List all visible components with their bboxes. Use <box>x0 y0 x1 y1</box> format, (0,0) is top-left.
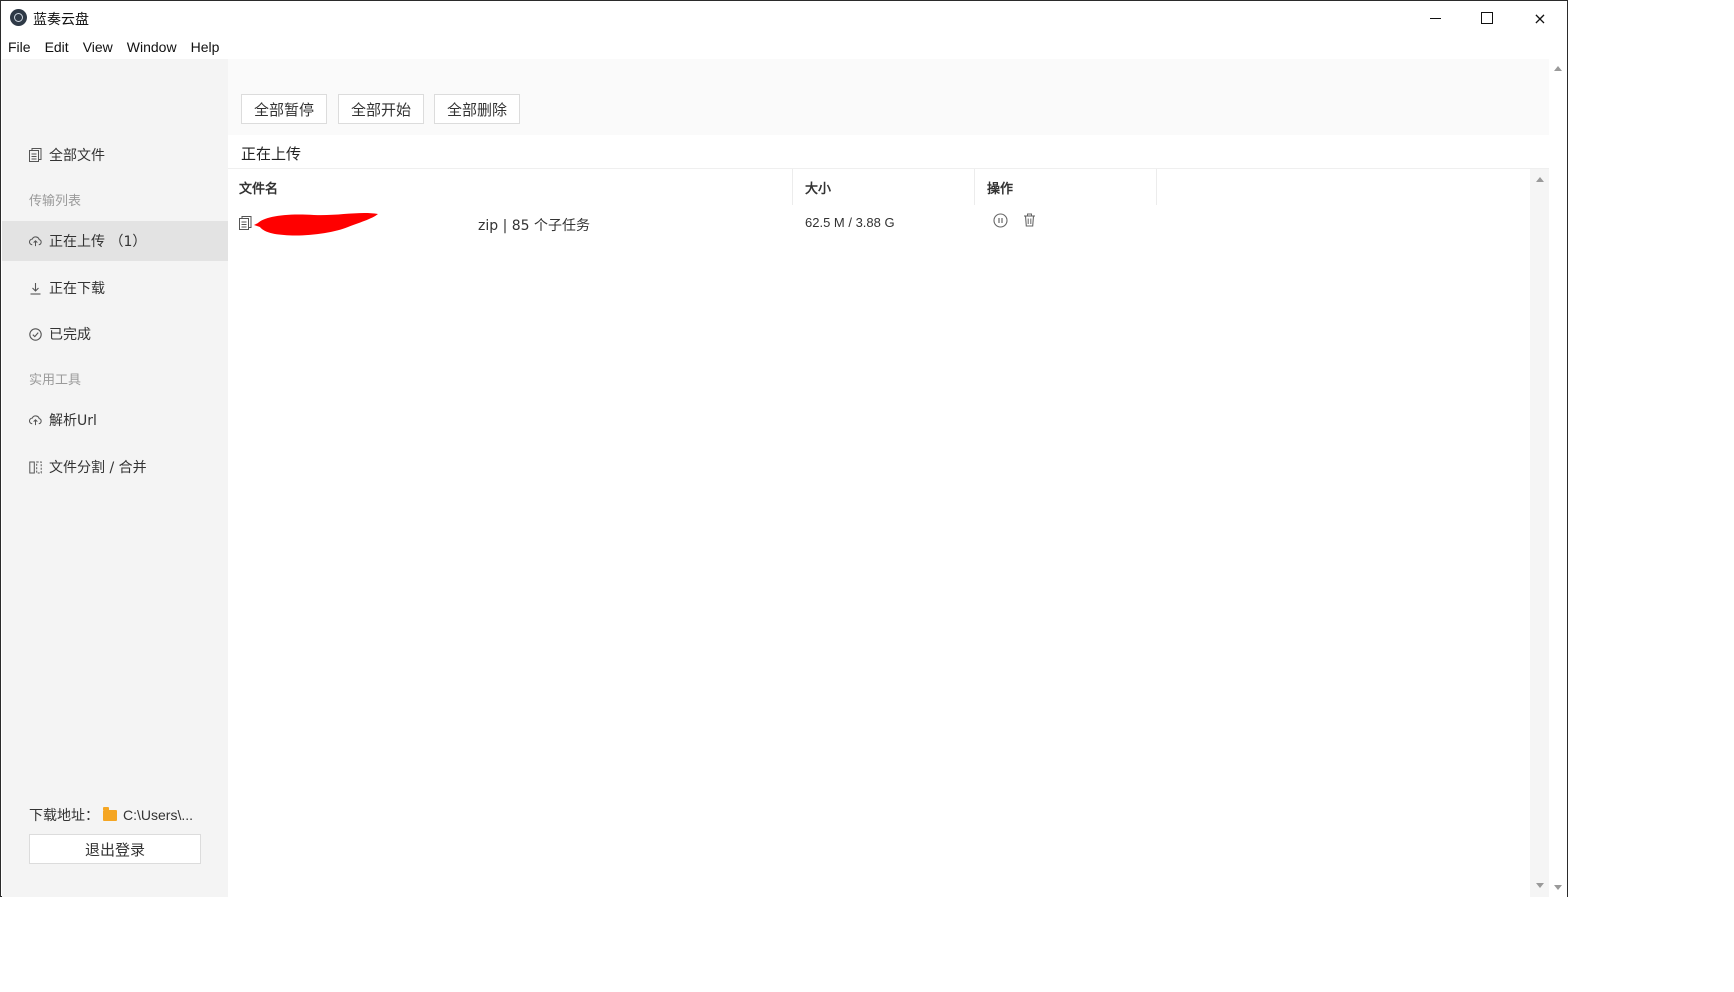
app-logo-icon <box>10 9 27 26</box>
sidebar-item-completed[interactable]: 已完成 <box>2 314 228 354</box>
redacted-filename <box>254 213 378 236</box>
sidebar-item-all-files[interactable]: 全部文件 <box>2 135 228 175</box>
check-circle-icon <box>29 327 42 341</box>
file-meta: zip | 85 个子任务 <box>478 218 591 234</box>
sidebar-item-uploading[interactable]: 正在上传 （1） <box>2 221 228 261</box>
maximize-button[interactable] <box>1461 1 1513 35</box>
column-header-size[interactable]: 大小 <box>805 169 831 205</box>
cloud-upload-icon <box>29 235 42 248</box>
scroll-up-icon[interactable] <box>1554 66 1562 71</box>
menu-help[interactable]: Help <box>191 39 220 55</box>
minimize-icon <box>1429 17 1441 19</box>
close-icon: × <box>1533 8 1547 28</box>
sidebar-item-label: 解析Url <box>49 413 97 429</box>
start-all-button[interactable]: 全部开始 <box>338 94 424 124</box>
menu-bar: File Edit View Window Help <box>1 35 1567 59</box>
sidebar-item-parse-url[interactable]: 解析Url <box>2 400 228 440</box>
scroll-down-icon[interactable] <box>1554 885 1562 890</box>
group-label-transfer: 传输列表 <box>29 194 82 209</box>
window-scrollbar[interactable] <box>1549 59 1567 897</box>
column-divider[interactable] <box>1156 169 1157 205</box>
download-path-label: 下载地址： <box>29 808 99 824</box>
logout-button[interactable]: 退出登录 <box>29 834 201 864</box>
title-bar: 蓝奏云盘 × <box>1 1 1567 35</box>
table-header: 文件名 大小 操作 <box>228 169 1530 205</box>
cloud-upload-icon <box>29 414 42 427</box>
sidebar: 全部文件 传输列表 正在上传 （1） 正在下载 已完成 实用工具 解析Url 文… <box>2 59 228 897</box>
column-header-actions: 操作 <box>987 181 1014 197</box>
delete-all-button[interactable]: 全部删除 <box>434 94 520 124</box>
page-title: 正在上传 <box>241 145 302 163</box>
column-divider[interactable] <box>792 169 793 205</box>
pause-all-button[interactable]: 全部暂停 <box>241 94 327 124</box>
sidebar-item-label: 已完成 <box>49 327 91 343</box>
menu-view[interactable]: View <box>83 39 113 55</box>
app-window: 蓝奏云盘 × File Edit View Window Help 全部文件 传… <box>0 0 1568 897</box>
column-header-filename[interactable]: 文件名 <box>239 169 278 205</box>
download-path-value[interactable]: C:\Users\... <box>123 807 193 823</box>
download-path: 下载地址： C:\Users\... <box>29 805 193 825</box>
folder-icon <box>103 806 117 821</box>
split-icon <box>29 461 42 474</box>
group-label-tools: 实用工具 <box>29 373 82 388</box>
column-divider[interactable] <box>974 169 975 205</box>
file-size: 62.5 M / 3.88 G <box>805 215 895 230</box>
file-icon <box>239 216 252 234</box>
menu-file[interactable]: File <box>8 39 31 55</box>
window-title: 蓝奏云盘 <box>33 12 89 28</box>
scroll-up-icon[interactable] <box>1536 177 1544 182</box>
main-panel: 全部暂停 全部开始 全部删除 正在上传 文件名 大小 操作 zip | 85 个… <box>228 59 1549 897</box>
pause-circle-icon[interactable] <box>992 212 1008 228</box>
minimize-button[interactable] <box>1409 1 1461 35</box>
table-scrollbar[interactable] <box>1530 169 1549 897</box>
scroll-down-icon[interactable] <box>1536 883 1544 888</box>
sidebar-item-label: 全部文件 <box>49 148 105 164</box>
menu-window[interactable]: Window <box>127 39 177 55</box>
trash-icon[interactable] <box>1021 212 1037 228</box>
document-icon <box>29 148 42 162</box>
table-row[interactable]: zip | 85 个子任务 62.5 M / 3.88 G <box>228 205 1530 241</box>
toolbar: 全部暂停 全部开始 全部删除 <box>228 59 1549 135</box>
sidebar-item-downloading[interactable]: 正在下载 <box>2 268 228 308</box>
menu-edit[interactable]: Edit <box>45 39 69 55</box>
sidebar-item-split-merge[interactable]: 文件分割 / 合并 <box>2 447 228 487</box>
sidebar-item-label: 文件分割 / 合并 <box>49 460 147 476</box>
close-button[interactable]: × <box>1514 1 1566 35</box>
maximize-icon <box>1481 12 1493 24</box>
sidebar-item-label: 正在上传 （1） <box>49 234 147 250</box>
sidebar-item-label: 正在下载 <box>49 281 105 297</box>
download-icon <box>29 282 42 295</box>
